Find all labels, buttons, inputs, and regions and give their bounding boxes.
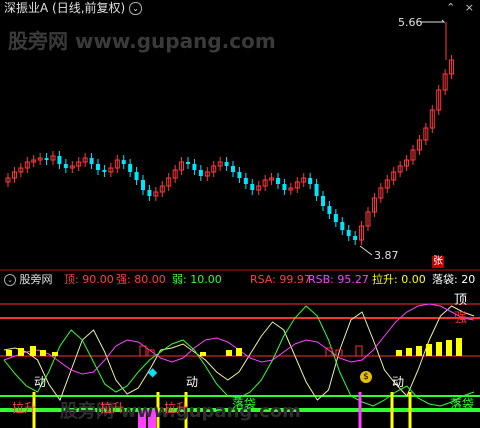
signal-bar	[139, 345, 147, 357]
rsb-line	[3, 303, 475, 375]
volume-bar	[446, 340, 452, 356]
param-strong: 强: 80.00	[116, 273, 166, 286]
candle-body	[224, 162, 229, 166]
candlestick-chart	[5, 19, 455, 256]
param-lasheng: 拉升: 0.00	[372, 273, 426, 286]
candle-body	[44, 158, 49, 160]
param-rsa: RSA: 99.97	[250, 273, 311, 286]
candle-body	[346, 230, 351, 236]
candle-body	[63, 164, 68, 168]
candle-body	[282, 184, 287, 190]
candle-body	[141, 180, 145, 190]
money-bag-icon: $	[360, 371, 372, 383]
volume-bar	[436, 342, 442, 356]
volume-bar	[416, 346, 422, 356]
candle-body	[243, 178, 248, 184]
candle-body	[333, 214, 338, 222]
candle-body	[192, 164, 197, 170]
right-label-top: 顶	[454, 293, 468, 308]
candle-body	[186, 162, 190, 164]
param-luodai: 落袋: 20	[432, 273, 476, 286]
volume-bar	[456, 338, 462, 356]
param-top: 顶: 90.00	[64, 273, 114, 286]
signal-lasheng: 拉升	[12, 401, 37, 415]
volume-bar	[18, 348, 24, 356]
candle-body	[102, 170, 107, 172]
signal-dong: 动	[34, 375, 47, 389]
candle-body	[314, 184, 319, 196]
chart-canvas	[0, 19, 480, 428]
candle-body	[237, 172, 242, 178]
security-title: 深振业A (日线,前复权) ⌄	[4, 1, 143, 15]
volume-bar	[396, 350, 402, 356]
stock-name: 深振业A	[4, 1, 49, 15]
candle-body	[198, 170, 203, 176]
signal-bar	[355, 345, 363, 357]
watermark: 股旁网 www.gupang.com	[8, 29, 276, 53]
volume-bar	[40, 350, 46, 356]
candle-body	[340, 222, 345, 230]
indicator-name: 股旁网	[19, 273, 53, 286]
signal-luodai: 落袋	[232, 397, 257, 411]
right-label-strong: 强	[454, 311, 468, 326]
signal-lasheng: 拉升	[100, 401, 125, 415]
candle-body	[231, 166, 235, 172]
volume-bar	[406, 348, 412, 356]
volume-bar	[236, 348, 242, 356]
candle-body	[250, 184, 255, 190]
volume-bar	[6, 350, 12, 356]
period-label: (日线,前复权)	[52, 1, 126, 15]
param-weak: 弱: 10.00	[172, 273, 222, 286]
volume-bar	[226, 350, 232, 356]
candle-body	[134, 172, 139, 180]
volume-bar	[52, 352, 58, 356]
candle-body	[327, 206, 332, 214]
candle-body	[128, 164, 133, 172]
signal-dong: 动	[186, 375, 199, 389]
signal-dong: 动	[392, 375, 405, 389]
volume-bar	[30, 346, 36, 356]
candle-body	[96, 164, 100, 170]
signal-lasheng: 拉升	[164, 401, 189, 415]
param-rsb: RSB: 95.27	[308, 273, 369, 286]
candle-body	[353, 236, 358, 240]
signal-luodai: 落袋	[450, 397, 475, 411]
volume-bar	[426, 344, 432, 356]
limit-up-tag: 张	[432, 256, 444, 268]
candle-body	[121, 160, 126, 164]
indicator-header: ⌄ 股旁网	[4, 273, 53, 287]
candle-body	[57, 156, 62, 164]
diamond-icon: ◆	[148, 365, 158, 379]
high-price-label: 5.66	[398, 16, 423, 29]
chevron-up-icon[interactable]: ⌃	[446, 1, 455, 14]
chevron-down-icon[interactable]: ⌄	[129, 2, 143, 15]
panel-controls: ⌃ ×	[446, 1, 474, 15]
candle-body	[147, 190, 152, 196]
low-pointer	[359, 245, 373, 256]
low-price-label: 3.87	[374, 249, 399, 262]
candle-body	[321, 196, 325, 206]
candle-body	[276, 178, 280, 184]
close-icon[interactable]: ×	[465, 1, 474, 14]
volume-bar	[200, 352, 206, 356]
indicator-menu-icon[interactable]: ⌄	[4, 274, 16, 286]
candle-body	[308, 178, 313, 184]
high-pointer	[420, 19, 446, 23]
candle-body	[89, 158, 94, 164]
